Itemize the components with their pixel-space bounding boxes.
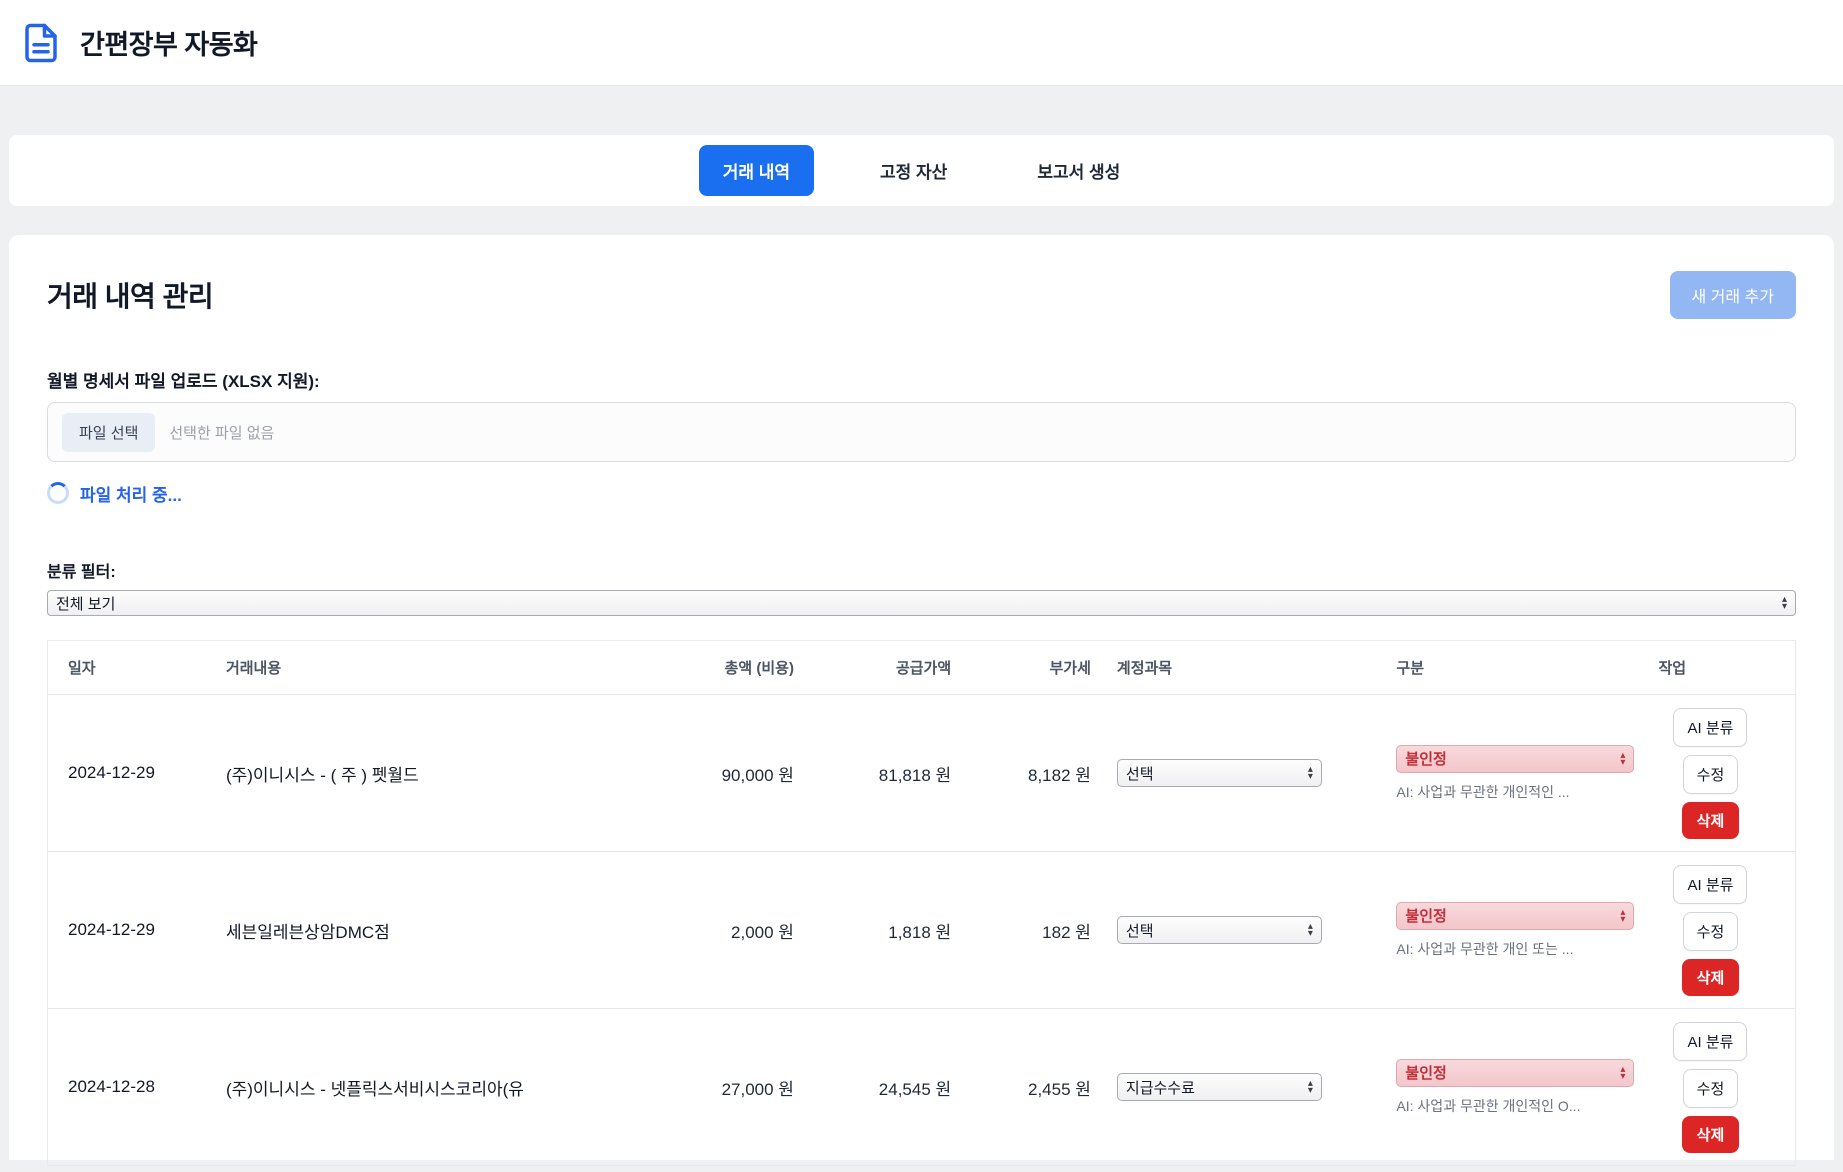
- select-arrows-icon: [1782, 596, 1787, 610]
- table-header: 일자 거래내용 총액 (비용) 공급가액 부가세 계정과목 구분 작업: [48, 641, 1795, 695]
- filter-label: 분류 필터:: [47, 564, 116, 581]
- transaction-description: (주)이니시스 - 넷플릭스서비시스코리아(유: [213, 1008, 651, 1166]
- transaction-vat: 2,455 원: [965, 1008, 1105, 1166]
- transaction-total: 27,000 원: [650, 1008, 808, 1166]
- edit-button[interactable]: 수정: [1682, 1068, 1739, 1108]
- delete-button[interactable]: 삭제: [1681, 1115, 1740, 1153]
- tab-report-generation[interactable]: 보고서 생성: [1013, 145, 1144, 196]
- page-title: 거래 내역 관리: [47, 281, 214, 312]
- transactions-table: 일자 거래내용 총액 (비용) 공급가액 부가세 계정과목 구분 작업 2024…: [47, 640, 1796, 1166]
- processing-status: 파일 처리 중...: [47, 480, 1796, 506]
- col-header-actions: 작업: [1646, 641, 1795, 695]
- col-header-total: 총액 (비용): [650, 641, 808, 695]
- app-title: 간편장부 자동화: [80, 30, 258, 60]
- transaction-vat: 8,182 원: [965, 694, 1105, 852]
- upload-section: 월별 명세서 파일 업로드 (XLSX 지원): 파일 선택 선택한 파일 없음…: [47, 367, 1796, 506]
- ai-note: AI: 사업과 무관한 개인적인 ...: [1396, 783, 1570, 800]
- document-logo-icon: [18, 20, 64, 66]
- account-select-value: 선택: [1125, 765, 1154, 783]
- row-actions: AI 분류 수정 삭제: [1658, 864, 1762, 996]
- edit-button[interactable]: 수정: [1682, 754, 1739, 794]
- transaction-description: 세븐일레븐상암DMC점: [213, 851, 651, 1009]
- file-upload-input[interactable]: 파일 선택 선택한 파일 없음: [47, 402, 1796, 462]
- processing-text: 파일 처리 중...: [80, 485, 182, 505]
- transaction-total: 90,000 원: [650, 694, 808, 852]
- account-select[interactable]: 선택: [1116, 759, 1322, 787]
- file-select-button[interactable]: 파일 선택: [62, 412, 156, 452]
- classification-filter-select[interactable]: 전체 보기: [47, 590, 1796, 616]
- table-row: 2024-12-28 (주)이니시스 - 넷플릭스서비시스코리아(유 27,00…: [48, 1008, 1795, 1166]
- transaction-description: (주)이니시스 - ( 주 ) 펫월드: [213, 694, 651, 852]
- classification-select-value: 불인정: [1405, 908, 1447, 925]
- transaction-date: 2024-12-29: [48, 851, 214, 1009]
- select-arrows-icon: [1620, 752, 1625, 766]
- select-arrows-icon: [1620, 1066, 1625, 1080]
- classification-select[interactable]: 불인정: [1396, 744, 1635, 773]
- ai-classify-button[interactable]: AI 분류: [1673, 1021, 1748, 1061]
- tab-fixed-assets[interactable]: 고정 자산: [856, 145, 971, 196]
- account-select-value: 선택: [1125, 922, 1154, 940]
- col-header-supply: 공급가액: [807, 641, 966, 695]
- table-row: 2024-12-29 세븐일레븐상암DMC점 2,000 원 1,818 원 1…: [48, 851, 1795, 1009]
- classification-select-value: 불인정: [1405, 1065, 1447, 1082]
- delete-button[interactable]: 삭제: [1681, 801, 1740, 839]
- row-actions: AI 분류 수정 삭제: [1658, 1021, 1762, 1153]
- table-row: 2024-12-29 (주)이니시스 - ( 주 ) 펫월드 90,000 원 …: [48, 694, 1795, 852]
- loading-spinner-icon: [47, 482, 69, 504]
- select-arrows-icon: [1308, 923, 1313, 937]
- transaction-supply: 1,818 원: [807, 851, 966, 1009]
- ai-classify-button[interactable]: AI 분류: [1673, 707, 1748, 747]
- transaction-vat: 182 원: [965, 851, 1105, 1009]
- row-actions: AI 분류 수정 삭제: [1658, 707, 1762, 839]
- no-file-text: 선택한 파일 없음: [169, 424, 275, 442]
- edit-button[interactable]: 수정: [1682, 911, 1739, 951]
- filter-selected-value: 전체 보기: [56, 595, 116, 613]
- transaction-total: 2,000 원: [650, 851, 808, 1009]
- select-arrows-icon: [1620, 909, 1625, 923]
- col-header-date: 일자: [48, 641, 214, 695]
- account-select[interactable]: 선택: [1116, 916, 1322, 944]
- col-header-classification: 구분: [1384, 641, 1647, 695]
- transaction-supply: 81,818 원: [807, 694, 966, 852]
- col-header-vat: 부가세: [965, 641, 1105, 695]
- ai-note: AI: 사업과 무관한 개인 또는 ...: [1396, 940, 1574, 957]
- select-arrows-icon: [1308, 1080, 1313, 1094]
- ai-classify-button[interactable]: AI 분류: [1673, 864, 1748, 904]
- col-header-account: 계정과목: [1104, 641, 1385, 695]
- classification-select[interactable]: 불인정: [1396, 901, 1635, 930]
- title-row: 거래 내역 관리 새 거래 추가: [47, 271, 1796, 319]
- transaction-date: 2024-12-29: [48, 694, 214, 852]
- ai-note: AI: 사업과 무관한 개인적인 O...: [1396, 1097, 1581, 1114]
- delete-button[interactable]: 삭제: [1681, 958, 1740, 996]
- account-select[interactable]: 지급수수료: [1116, 1073, 1322, 1101]
- app-header: 간편장부 자동화: [0, 0, 1843, 86]
- upload-label: 월별 명세서 파일 업로드 (XLSX 지원):: [47, 372, 320, 391]
- tab-transactions[interactable]: 거래 내역: [698, 145, 815, 196]
- account-select-value: 지급수수료: [1125, 1079, 1195, 1097]
- transaction-date: 2024-12-28: [48, 1008, 214, 1166]
- transaction-supply: 24,545 원: [807, 1008, 966, 1166]
- col-header-description: 거래내용: [213, 641, 651, 695]
- transactions-panel: 거래 내역 관리 새 거래 추가 월별 명세서 파일 업로드 (XLSX 지원)…: [9, 235, 1834, 1166]
- filter-section: 분류 필터: 전체 보기: [47, 558, 1796, 616]
- classification-select-value: 불인정: [1405, 751, 1447, 768]
- select-arrows-icon: [1308, 766, 1313, 780]
- add-transaction-button[interactable]: 새 거래 추가: [1669, 271, 1796, 319]
- tab-bar: 거래 내역 고정 자산 보고서 생성: [9, 135, 1834, 206]
- classification-select[interactable]: 불인정: [1396, 1058, 1635, 1087]
